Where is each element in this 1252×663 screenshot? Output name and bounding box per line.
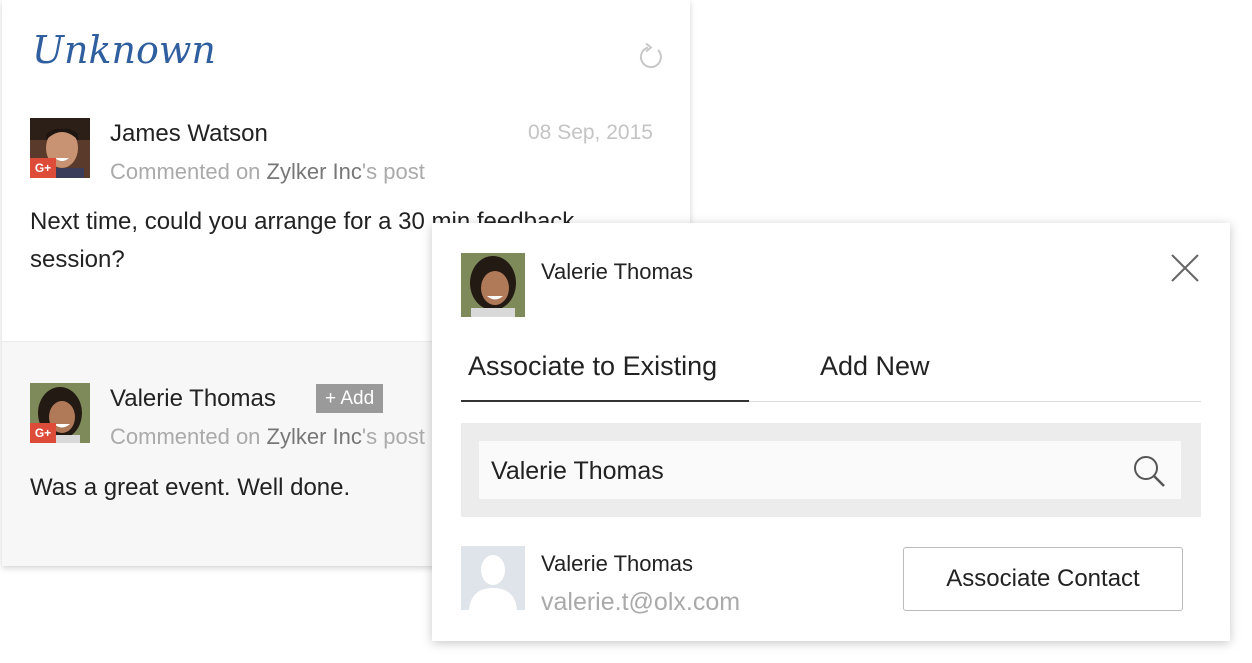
avatar (461, 253, 525, 317)
comment-meta: Commented on Zylker Inc's post (110, 159, 425, 185)
result-contact-email: valerie.t@olx.com (541, 588, 741, 616)
associate-contact-dialog: Valerie Thomas Associate to Existing Add… (432, 223, 1230, 641)
comment-date: 08 Sep, 2015 (528, 121, 653, 144)
search-box (479, 441, 1181, 501)
meta-prefix: Commented on (110, 159, 261, 184)
gplus-icon: G+ (30, 158, 56, 178)
comment-author[interactable]: James Watson (110, 120, 268, 148)
search-icon[interactable] (1131, 453, 1167, 489)
result-contact-name: Valerie Thomas (541, 551, 694, 576)
comment-author[interactable]: Valerie Thomas (110, 385, 276, 413)
meta-prefix: Commented on (110, 424, 261, 449)
search-panel (461, 423, 1201, 517)
tab-associate-to-existing[interactable]: Associate to Existing (468, 351, 717, 382)
active-tab-indicator (461, 400, 749, 402)
comment-meta: Commented on Zylker Inc's post (110, 424, 425, 450)
tab-add-new[interactable]: Add New (820, 351, 930, 382)
meta-suffix: 's post (361, 424, 425, 449)
close-icon[interactable] (1168, 251, 1202, 285)
add-contact-button[interactable]: + Add (316, 384, 384, 413)
meta-suffix: 's post (361, 159, 425, 184)
dialog-contact-name: Valerie Thomas (541, 259, 694, 284)
meta-page-link[interactable]: Zylker Inc (267, 159, 362, 184)
search-input[interactable] (489, 441, 1123, 501)
avatar: G+ (30, 118, 90, 178)
associate-contact-button[interactable]: Associate Contact (903, 547, 1183, 611)
meta-page-link[interactable]: Zylker Inc (267, 424, 362, 449)
avatar: G+ (30, 383, 90, 443)
avatar-placeholder-icon (461, 546, 525, 610)
gplus-icon: G+ (30, 423, 56, 443)
